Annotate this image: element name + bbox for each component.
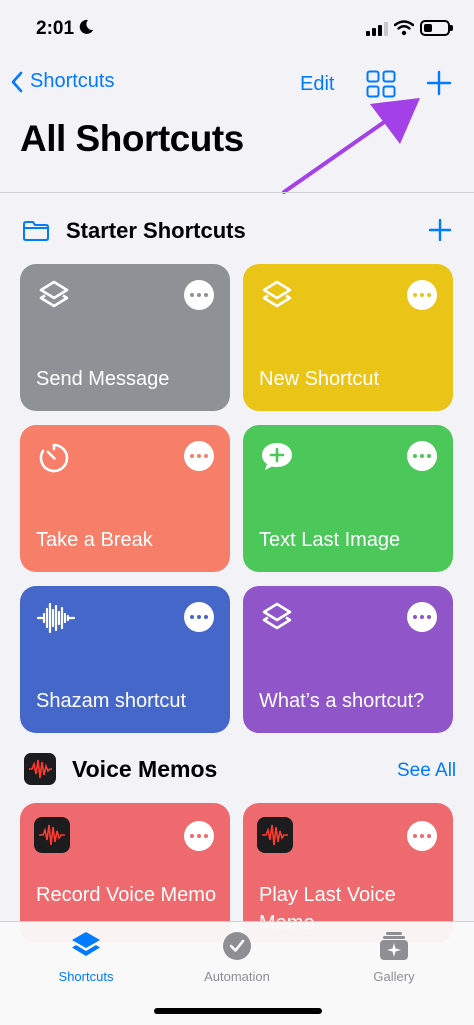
shortcut-name: New Shortcut (259, 368, 380, 390)
waveform-icon (36, 600, 76, 641)
tab-gallery[interactable]: Gallery (334, 930, 454, 984)
shortcut-name: Take a Break (36, 529, 153, 551)
voice-memos-app-icon (24, 753, 56, 785)
gallery-stack-icon (380, 932, 408, 960)
status-bar: 2:01 (0, 0, 474, 60)
layers-icon (36, 278, 72, 319)
shortcut-card[interactable]: Take a Break (20, 425, 230, 572)
more-options-button[interactable] (407, 441, 437, 471)
layers-icon (259, 278, 295, 319)
tab-label: Gallery (373, 969, 415, 984)
clock-check-icon (223, 932, 251, 960)
tab-label: Automation (204, 969, 270, 984)
layers-icon (72, 932, 100, 956)
more-options-button[interactable] (407, 821, 437, 851)
waveform-icon (29, 759, 52, 779)
voice-memos-title: Voice Memos (72, 756, 218, 782)
tab-shortcuts[interactable]: Shortcuts (26, 930, 146, 984)
home-indicator (154, 1008, 322, 1014)
shortcut-name: What’s a shortcut? (259, 690, 425, 712)
more-options-button[interactable] (407, 602, 437, 632)
voice-memos-app-icon (257, 817, 293, 853)
shortcut-name: Shazam shortcut (36, 690, 187, 712)
back-button-label: Shortcuts (30, 70, 115, 92)
section-title: Starter Shortcuts (66, 218, 246, 243)
shortcut-card[interactable]: Send Message (20, 264, 230, 411)
tab-automation[interactable]: Automation (177, 930, 297, 984)
waveform-icon (262, 824, 288, 846)
message-plus-icon (259, 439, 295, 480)
add-starter-button[interactable] (428, 218, 452, 242)
header-divider (0, 192, 474, 193)
folder-icon (23, 221, 49, 241)
layers-icon (259, 600, 295, 641)
more-options-button[interactable] (184, 602, 214, 632)
moon-icon (79, 19, 93, 34)
more-options-button[interactable] (407, 280, 437, 310)
shortcut-card[interactable]: What’s a shortcut? (243, 586, 453, 733)
chevron-left-icon (11, 71, 23, 92)
more-options-button[interactable] (184, 821, 214, 851)
shortcut-card[interactable]: New Shortcut (243, 264, 453, 411)
see-all-link[interactable]: See All (397, 760, 456, 782)
battery-icon (420, 20, 453, 36)
shortcut-card[interactable]: Text Last Image (243, 425, 453, 572)
shortcut-name: Send Message (36, 368, 170, 390)
voice-memos-app-icon (34, 817, 70, 853)
more-options-button[interactable] (184, 441, 214, 471)
starter-section-header: Starter Shortcuts (0, 212, 474, 252)
waveform-icon (39, 824, 65, 846)
back-button[interactable]: Shortcuts (10, 70, 114, 93)
page-title: All Shortcuts (20, 118, 244, 159)
tab-label: Shortcuts (58, 969, 114, 984)
cellular-signal-icon (366, 22, 388, 36)
more-options-button[interactable] (184, 280, 214, 310)
shortcut-name: Record Voice Memo (36, 884, 217, 906)
annotation-arrow (282, 98, 420, 194)
status-time: 2:01 (36, 18, 75, 39)
shortcut-name: Text Last Image (259, 529, 401, 551)
shortcut-card[interactable]: Shazam shortcut (20, 586, 230, 733)
timer-icon (36, 439, 72, 480)
wifi-icon (394, 20, 414, 36)
